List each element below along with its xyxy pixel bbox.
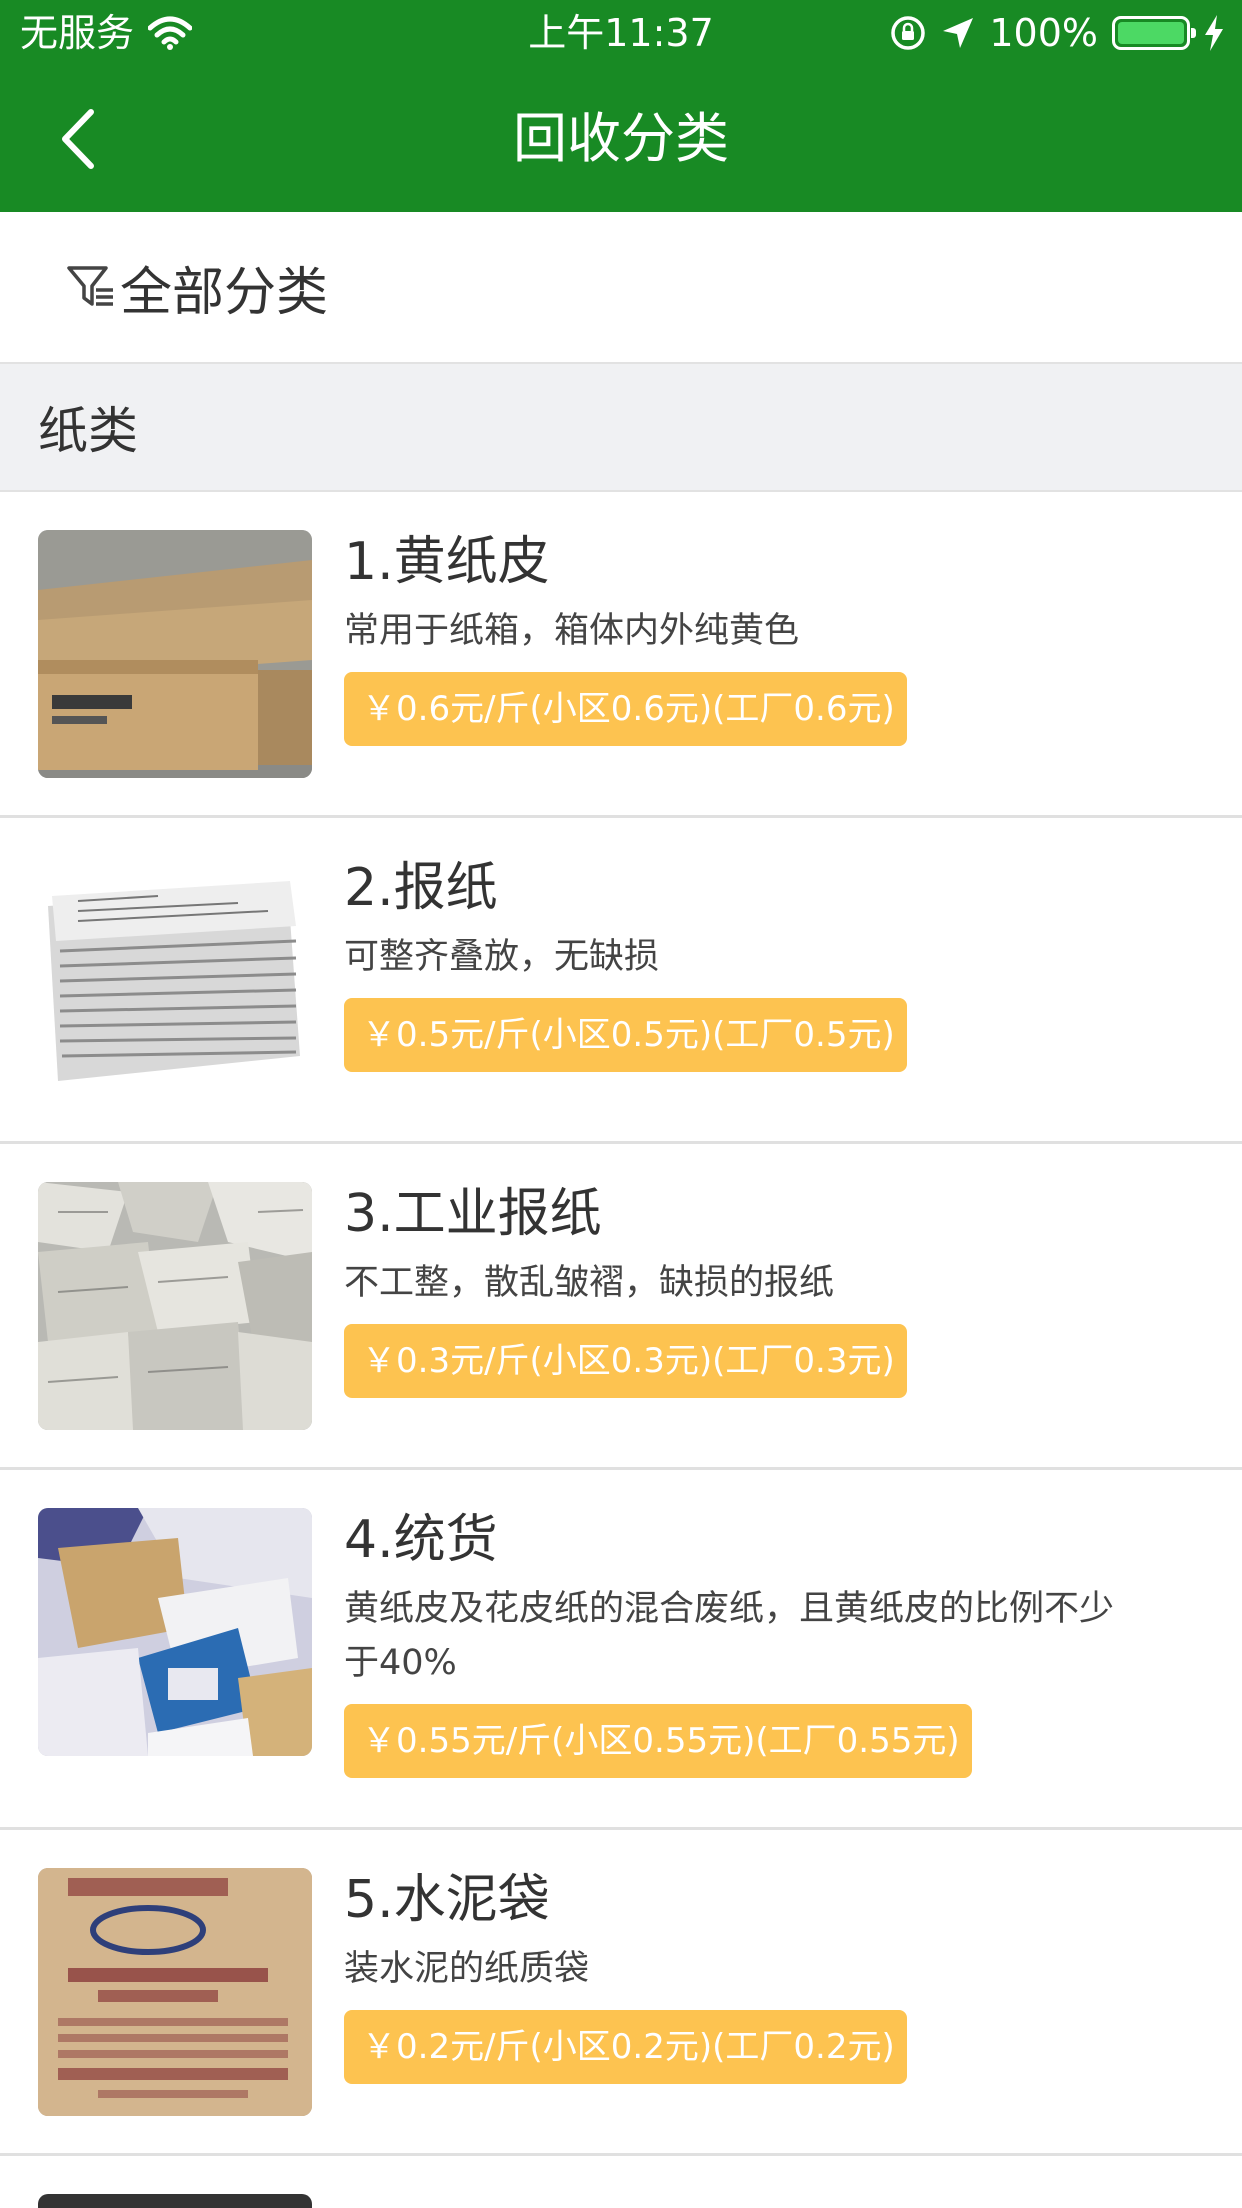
item-info: 5.水泥袋 装水泥的纸质袋 ￥0.2元/斤(小区0.2元)(工厂0.2元) (344, 1868, 1132, 2084)
cardboard-image (38, 530, 312, 778)
price-badge: ￥0.5元/斤(小区0.5元)(工厂0.5元) (344, 998, 907, 1072)
mixed-paper-image (38, 1508, 312, 1756)
list-item[interactable]: 1.黄纸皮 常用于纸箱，箱体内外纯黄色 ￥0.6元/斤(小区0.6元)(工厂0.… (0, 492, 1242, 818)
item-info: 3.工业报纸 不工整，散乱皱褶，缺损的报纸 ￥0.3元/斤(小区0.3元)(工厂… (344, 1182, 1132, 1398)
list-item[interactable]: 4.统货 黄纸皮及花皮纸的混合废纸，且黄纸皮的比例不少于40% ￥0.55元/斤… (0, 1470, 1242, 1830)
section-header: 纸类 (0, 362, 1242, 492)
charging-bolt-icon (1205, 15, 1223, 51)
cement-bag-image (38, 1868, 312, 2116)
item-info: 4.统货 黄纸皮及花皮纸的混合废纸，且黄纸皮的比例不少于40% ￥0.55元/斤… (344, 1508, 1132, 1778)
section-title: 纸类 (38, 402, 138, 460)
status-bar: 无服务 上午11:37 100% (0, 0, 1242, 66)
price-badge: ￥0.3元/斤(小区0.3元)(工厂0.3元) (344, 1324, 907, 1398)
price-badge: ￥0.55元/斤(小区0.55元)(工厂0.55元) (344, 1704, 972, 1778)
orientation-lock-icon (891, 16, 926, 50)
item-thumbnail (38, 856, 312, 1104)
newspaper-stack-image (38, 856, 312, 1104)
category-filter-button[interactable]: 全部分类 (0, 212, 1242, 362)
item-thumbnail (38, 2194, 312, 2208)
item-info: 1.黄纸皮 常用于纸箱，箱体内外纯黄色 ￥0.6元/斤(小区0.6元)(工厂0.… (344, 530, 1132, 746)
navigation-bar: 回收分类 (0, 66, 1242, 212)
page-title: 回收分类 (513, 107, 729, 170)
item-description: 可整齐叠放，无缺损 (344, 937, 660, 977)
location-arrow-icon (943, 18, 974, 48)
item-thumbnail (38, 1868, 312, 2116)
crumpled-newspaper-image (38, 1182, 312, 1430)
battery-icon (1112, 16, 1196, 50)
status-right: 100% (875, 8, 1224, 58)
list-item[interactable]: 5.水泥袋 装水泥的纸质袋 ￥0.2元/斤(小区0.2元)(工厂0.2元) (0, 1830, 1242, 2156)
list-item[interactable]: 3.工业报纸 不工整，散乱皱褶，缺损的报纸 ￥0.3元/斤(小区0.3元)(工厂… (0, 1144, 1242, 1470)
item-info: 2.报纸 可整齐叠放，无缺损 ￥0.5元/斤(小区0.5元)(工厂0.5元) (344, 856, 1132, 1072)
item-thumbnail (38, 530, 312, 778)
list-item-partial[interactable] (0, 2156, 1242, 2208)
item-thumbnail (38, 1182, 312, 1430)
filter-label: 全部分类 (120, 262, 329, 323)
item-title: 2.报纸 (344, 858, 498, 918)
item-title: 1.黄纸皮 (344, 532, 550, 592)
item-title: 3.工业报纸 (344, 1184, 602, 1244)
item-description: 装水泥的纸质袋 (344, 1949, 590, 1989)
filter-icon (67, 266, 113, 306)
item-list: 1.黄纸皮 常用于纸箱，箱体内外纯黄色 ￥0.6元/斤(小区0.6元)(工厂0.… (0, 492, 1242, 2208)
list-item[interactable]: 2.报纸 可整齐叠放，无缺损 ￥0.5元/斤(小区0.5元)(工厂0.5元) (0, 818, 1242, 1144)
battery-percent: 100% (989, 11, 1098, 55)
price-badge: ￥0.2元/斤(小区0.2元)(工厂0.2元) (344, 2010, 907, 2084)
item-title: 4.统货 (344, 1510, 498, 1570)
item-title: 5.水泥袋 (344, 1870, 550, 1930)
app-screen: 无服务 上午11:37 100% 回收分类 全部分类 纸类 1.黄纸皮 常用于纸… (0, 0, 1242, 2208)
item-description: 不工整，散乱皱褶，缺损的报纸 (344, 1263, 835, 1303)
item-description: 黄纸皮及花皮纸的混合废纸，且黄纸皮的比例不少于40% (344, 1589, 1115, 1683)
item-thumbnail (38, 1508, 312, 1756)
item-description: 常用于纸箱，箱体内外纯黄色 (344, 611, 800, 651)
price-badge: ￥0.6元/斤(小区0.6元)(工厂0.6元) (344, 672, 907, 746)
